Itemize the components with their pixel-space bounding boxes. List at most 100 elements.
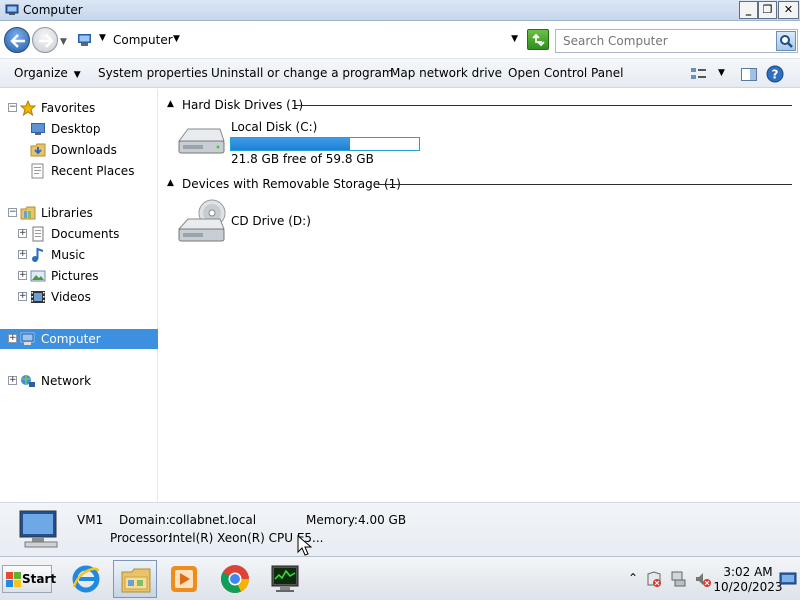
star-icon <box>20 100 36 116</box>
drive-cd-drive-d[interactable]: CD Drive (D:) <box>176 199 496 249</box>
refresh-button[interactable] <box>527 29 549 50</box>
expand-icon[interactable]: + <box>18 292 27 301</box>
organize-button[interactable]: Organize ▼ <box>14 66 81 80</box>
memory-label: Memory: <box>306 513 358 527</box>
chevron-down-icon[interactable]: ▼ <box>99 33 106 43</box>
group-hard-disk-drives[interactable]: ▲ Hard Disk Drives (1) <box>160 96 800 114</box>
pictures-icon <box>30 270 46 282</box>
expand-icon[interactable]: + <box>18 250 27 259</box>
clock-date: 10/20/2023 <box>713 580 783 594</box>
search-input[interactable] <box>556 30 774 52</box>
arrow-left-icon <box>10 34 25 48</box>
system-properties-button[interactable]: System properties <box>98 66 208 80</box>
taskbar: Start ⌃ 3:02 AM 10/20/2023 <box>0 556 800 600</box>
search-box <box>555 29 798 53</box>
action-center-icon[interactable] <box>645 570 663 588</box>
folder-icon <box>121 568 151 593</box>
chrome-icon <box>221 565 249 593</box>
computer-icon <box>19 510 58 548</box>
collapse-icon[interactable]: − <box>8 208 17 217</box>
nav-item-desktop[interactable]: Desktop <box>0 119 158 139</box>
command-bar: Organize ▼ System properties Uninstall or… <box>0 58 800 88</box>
collapse-group-icon[interactable]: ▲ <box>167 178 174 188</box>
nav-item-favorites[interactable]: − Favorites <box>0 98 158 118</box>
taskbar-chrome[interactable] <box>213 560 257 598</box>
view-dropdown-icon[interactable]: ▼ <box>718 68 725 78</box>
music-icon <box>32 247 44 262</box>
search-button[interactable] <box>776 31 796 51</box>
map-network-drive-button[interactable]: Map network drive <box>390 66 502 80</box>
taskbar-windows-explorer[interactable] <box>113 560 157 598</box>
nav-item-music[interactable]: + Music <box>0 245 158 265</box>
nav-item-documents[interactable]: + Documents <box>0 224 158 244</box>
system-clock[interactable]: 3:02 AM 10/20/2023 <box>708 565 788 595</box>
collapse-icon[interactable]: − <box>8 103 17 112</box>
domain-label: Domain: <box>119 513 170 527</box>
group-title-hard-disk-drives: Hard Disk Drives (1) <box>182 98 304 112</box>
drive-free-space: 21.8 GB free of 59.8 GB <box>231 152 374 166</box>
navigation-pane: − Favorites Desktop Downloads Recent Pla… <box>0 89 158 501</box>
arrow-right-icon <box>39 34 54 48</box>
taskbar-internet-explorer[interactable] <box>64 560 108 598</box>
domain-value: collabnet.local <box>169 513 257 527</box>
nav-item-libraries[interactable]: − Libraries <box>0 203 158 223</box>
nav-item-pictures[interactable]: + Pictures <box>0 266 158 286</box>
view-options-icon[interactable] <box>690 65 708 83</box>
expand-icon[interactable]: + <box>8 334 17 343</box>
expand-icon[interactable]: + <box>8 376 17 385</box>
nav-label-music: Music <box>51 248 86 262</box>
drive-usage-fill <box>231 138 351 150</box>
start-label: Start <box>22 572 57 586</box>
clock-time: 3:02 AM <box>723 565 773 579</box>
group-removable-storage[interactable]: ▲ Devices with Removable Storage (1) <box>160 175 800 193</box>
nav-item-network[interactable]: + Network <box>0 371 158 391</box>
help-icon[interactable]: ? <box>766 65 784 83</box>
back-button[interactable] <box>4 27 30 53</box>
content-pane: ▲ Hard Disk Drives (1) Local Disk (C:) 2… <box>160 89 800 501</box>
computer-icon <box>78 34 91 46</box>
windows-logo-icon <box>6 572 21 587</box>
drive-name: CD Drive (D:) <box>231 214 311 228</box>
recent-pages-dropdown[interactable]: ▼ <box>60 37 67 47</box>
nav-label-recent-places: Recent Places <box>51 164 135 178</box>
network-status-icon[interactable] <box>670 570 688 588</box>
nav-item-computer[interactable]: + Computer <box>0 329 158 349</box>
address-box[interactable]: ▼ Computer ▼ ▼ <box>74 29 523 51</box>
maximize-button[interactable]: ❐ <box>758 1 777 19</box>
minimize-button[interactable]: _ <box>739 1 758 19</box>
uninstall-program-button[interactable]: Uninstall or change a program <box>211 66 394 80</box>
nav-item-recent-places[interactable]: Recent Places <box>0 161 158 181</box>
open-control-panel-button[interactable]: Open Control Panel <box>508 66 623 80</box>
desktop-icon <box>31 123 45 135</box>
taskbar-task-manager[interactable] <box>263 560 307 598</box>
videos-icon <box>31 291 45 303</box>
nav-label-documents: Documents <box>51 227 120 241</box>
start-button[interactable]: Start <box>2 565 56 593</box>
nav-label-downloads: Downloads <box>51 143 117 157</box>
show-desktop-icon[interactable] <box>779 570 797 588</box>
nav-label-computer: Computer <box>41 332 101 346</box>
expand-icon[interactable]: + <box>18 229 27 238</box>
nav-label-favorites: Favorites <box>41 101 96 115</box>
show-hidden-icons-button[interactable]: ⌃ <box>628 571 638 585</box>
nav-item-downloads[interactable]: Downloads <box>0 140 158 160</box>
close-button[interactable]: ✕ <box>778 1 799 19</box>
taskbar-media-player[interactable] <box>162 560 206 598</box>
memory-value: 4.00 GB <box>358 513 407 527</box>
chevron-down-icon[interactable]: ▼ <box>173 34 180 44</box>
drive-local-disk-c[interactable]: Local Disk (C:) 21.8 GB free of 59.8 GB <box>176 119 496 169</box>
nav-item-videos[interactable]: + Videos <box>0 287 158 307</box>
address-history-dropdown[interactable]: ▼ <box>511 34 518 44</box>
window-title: Computer <box>23 3 83 17</box>
forward-button[interactable] <box>32 27 58 53</box>
search-icon <box>780 35 793 48</box>
collapse-group-icon[interactable]: ▲ <box>167 99 174 109</box>
expand-icon[interactable]: + <box>18 271 27 280</box>
organize-label: Organize <box>14 66 68 80</box>
documents-icon <box>32 226 44 242</box>
breadcrumb-computer[interactable]: Computer <box>113 33 173 47</box>
downloads-folder-icon <box>30 143 46 157</box>
computer-icon <box>20 332 35 345</box>
preview-pane-icon[interactable] <box>740 65 758 83</box>
mouse-cursor-icon <box>297 535 313 556</box>
